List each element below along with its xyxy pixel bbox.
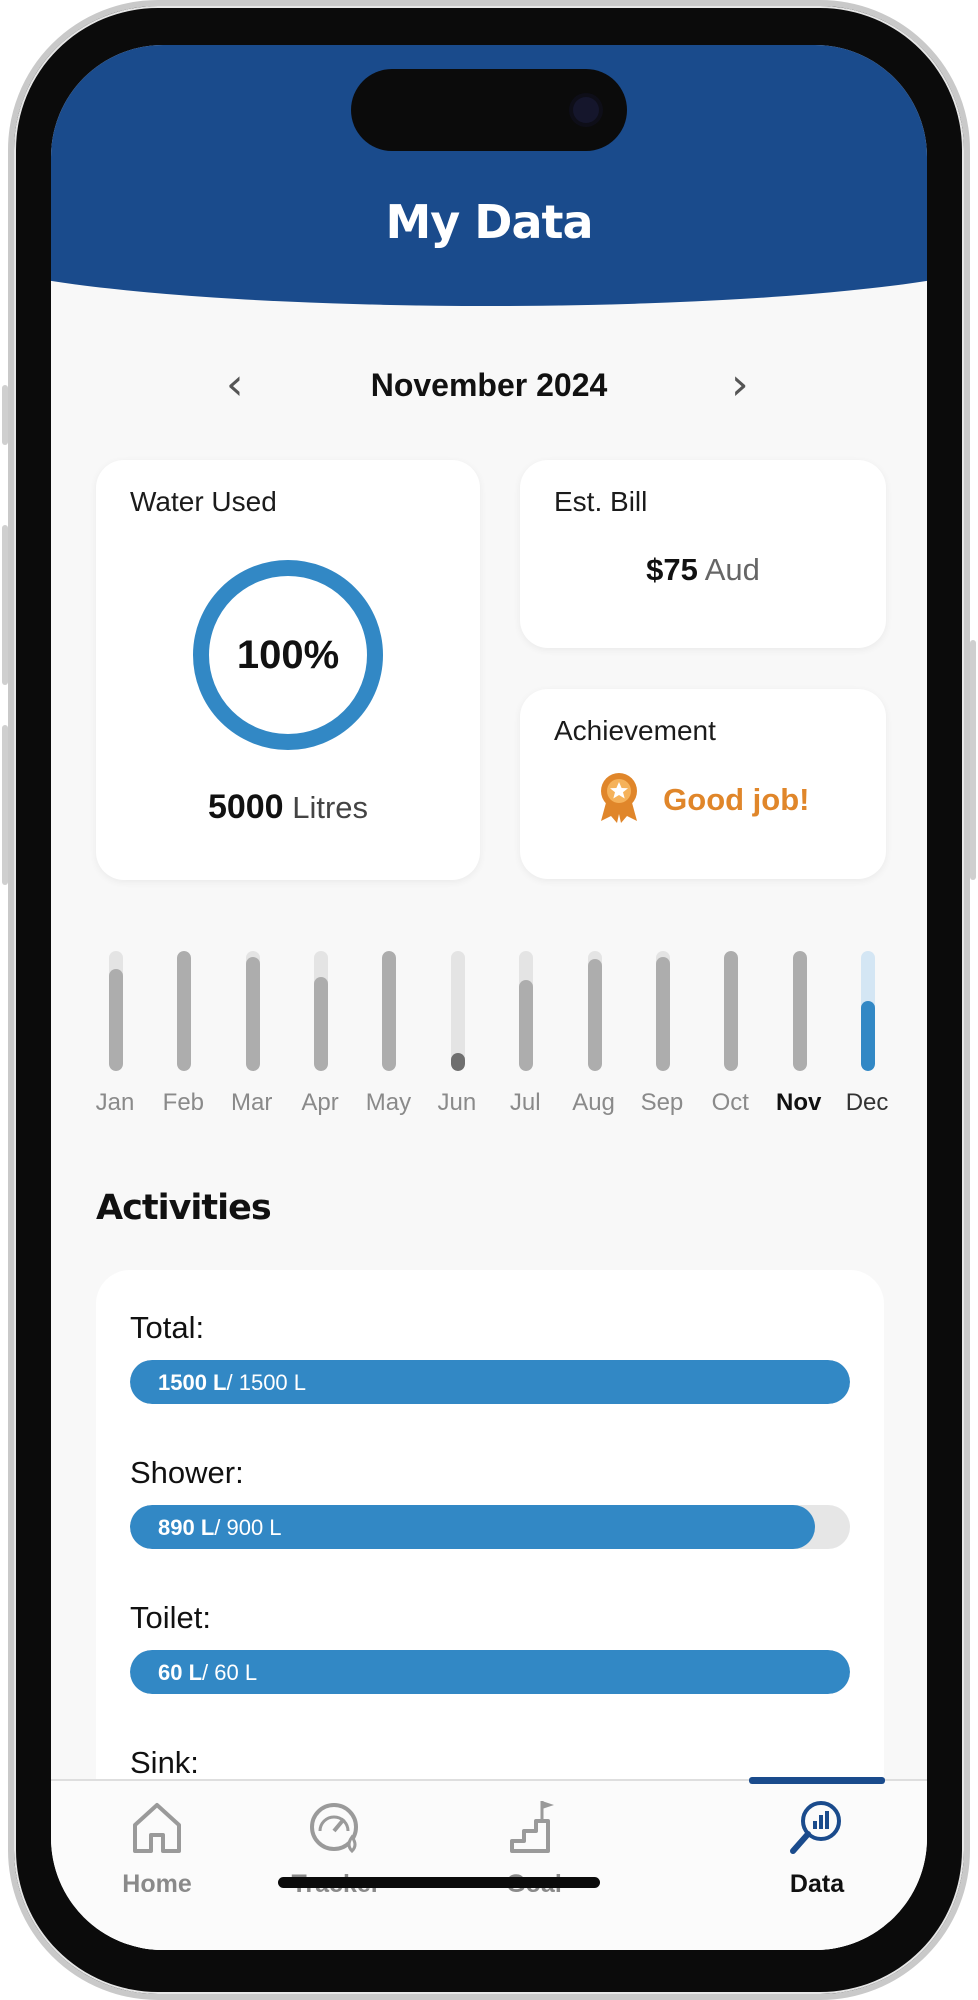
month-bar-track [861, 951, 876, 1071]
month-bar-fill [861, 1001, 876, 1071]
month-bar-track [792, 951, 807, 1071]
month-navigator: ‹ November 2024 › [51, 357, 927, 417]
month-bar-fill [450, 1053, 465, 1071]
usage-percent: 100% [236, 632, 340, 677]
month-bar-fill [382, 951, 397, 1071]
month-bar-track [587, 951, 602, 1071]
achievement-text: Good job! [663, 782, 810, 818]
month-label: Dec [845, 1089, 889, 1116]
water-used-label: Water Used [130, 486, 277, 517]
power-button [970, 640, 976, 880]
month-bar-fill [587, 959, 602, 1071]
medal-icon [597, 771, 641, 833]
page-title: My Data [385, 195, 593, 249]
month-bar-fill [792, 951, 807, 1071]
month-label: Apr [301, 1089, 339, 1116]
tab-data-label: Data [789, 1870, 845, 1898]
usage-ring: 100% [193, 560, 383, 750]
achievement-card: Achievement Good job! [520, 689, 886, 879]
activity-label: Sink: [130, 1745, 199, 1780]
month-label: Nov [775, 1089, 822, 1116]
data-search-icon [732, 1797, 902, 1862]
water-used-card: Water Used 100% 5000 Litres [96, 460, 480, 880]
achievement-readout: Good job! [520, 771, 886, 833]
month-bar-fill [109, 969, 123, 1071]
est-bill-card: Est. Bill $75 Aud [520, 460, 886, 648]
month-bar-track [314, 951, 329, 1071]
tab-data[interactable]: Data [732, 1797, 902, 1899]
chevron-right-icon[interactable]: › [731, 359, 749, 410]
month-label: Jun [437, 1089, 477, 1116]
activity-label: Toilet: [130, 1600, 211, 1635]
volume-down-button [2, 725, 8, 885]
month-label: Sep [640, 1089, 684, 1116]
camera-icon [573, 97, 599, 123]
month-label: Feb [162, 1089, 205, 1116]
litres-readout: 5000 Litres [96, 788, 480, 827]
gauge-icon [251, 1797, 421, 1862]
month-bar-track [245, 951, 260, 1071]
activity-shower: Shower: 890 L/ 900 L [130, 1455, 850, 1549]
active-tab-indicator [749, 1777, 885, 1784]
month-label: May [365, 1089, 412, 1116]
month-label: Jul [509, 1089, 541, 1116]
app-screen: My Data ‹ November 2024 › Water Used 100… [51, 45, 927, 1950]
activity-amount: 60 L/ 60 L [158, 1660, 258, 1685]
month-label: Mar [231, 1089, 273, 1116]
month-bar-track [109, 951, 123, 1071]
activity-label: Total: [130, 1310, 205, 1345]
month-bar-fill [245, 957, 260, 1071]
month-label: November 2024 [370, 367, 608, 403]
month-label: Jan [95, 1089, 135, 1116]
activity-progress-bar: 1500 L/ 1500 L [130, 1360, 850, 1404]
litres-amount: 5000 [207, 788, 284, 826]
month-bar-track [724, 951, 739, 1071]
tab-home[interactable]: Home [72, 1797, 242, 1899]
tab-bar: Home Tracker Goal Data [51, 1777, 927, 1950]
home-icon [72, 1797, 242, 1862]
month-bar-fill [724, 951, 739, 1071]
bill-amount: $75 [646, 552, 698, 587]
month-label: Oct [711, 1089, 749, 1116]
month-label: Aug [572, 1089, 615, 1116]
month-bar-track [382, 951, 397, 1071]
bill-currency: Aud [704, 552, 760, 587]
activity-progress-bar: 60 L/ 60 L [130, 1650, 850, 1694]
activity-amount: 890 L/ 900 L [158, 1515, 282, 1540]
volume-up-button [2, 525, 8, 685]
month-bar-track [519, 951, 534, 1071]
est-bill-label: Est. Bill [554, 486, 648, 517]
activity-total: Total: 1500 L/ 1500 L [130, 1310, 850, 1404]
activity-label: Shower: [130, 1455, 244, 1490]
month-bar-fill [519, 979, 534, 1071]
activity-toilet: Toilet: 60 L/ 60 L [130, 1600, 850, 1694]
home-indicator[interactable] [278, 1877, 600, 1888]
bill-readout: $75 Aud [520, 552, 886, 588]
achievement-label: Achievement [554, 715, 716, 746]
month-bar-track [177, 951, 192, 1071]
activities-title: Activities [96, 1188, 272, 1228]
month-bar-track [450, 951, 465, 1071]
activity-sink: Sink: [130, 1745, 850, 1781]
dynamic-island [351, 69, 627, 151]
mute-switch [2, 385, 8, 445]
litres-unit: Litres [292, 790, 369, 825]
activity-progress-bar: 890 L/ 900 L [130, 1505, 850, 1549]
month-bar-fill [655, 957, 670, 1071]
month-bar-track [655, 951, 670, 1071]
activity-amount: 1500 L/ 1500 L [158, 1370, 307, 1395]
goal-stairs-icon [449, 1797, 619, 1862]
monthly-usage-bars: Jan Feb Mar Apr May Jun Jul Aug Sep Oct Nov Dec [81, 951, 911, 1131]
month-bar-fill [314, 977, 329, 1071]
month-bar-fill [177, 951, 192, 1071]
tab-home-label: Home [122, 1870, 192, 1898]
